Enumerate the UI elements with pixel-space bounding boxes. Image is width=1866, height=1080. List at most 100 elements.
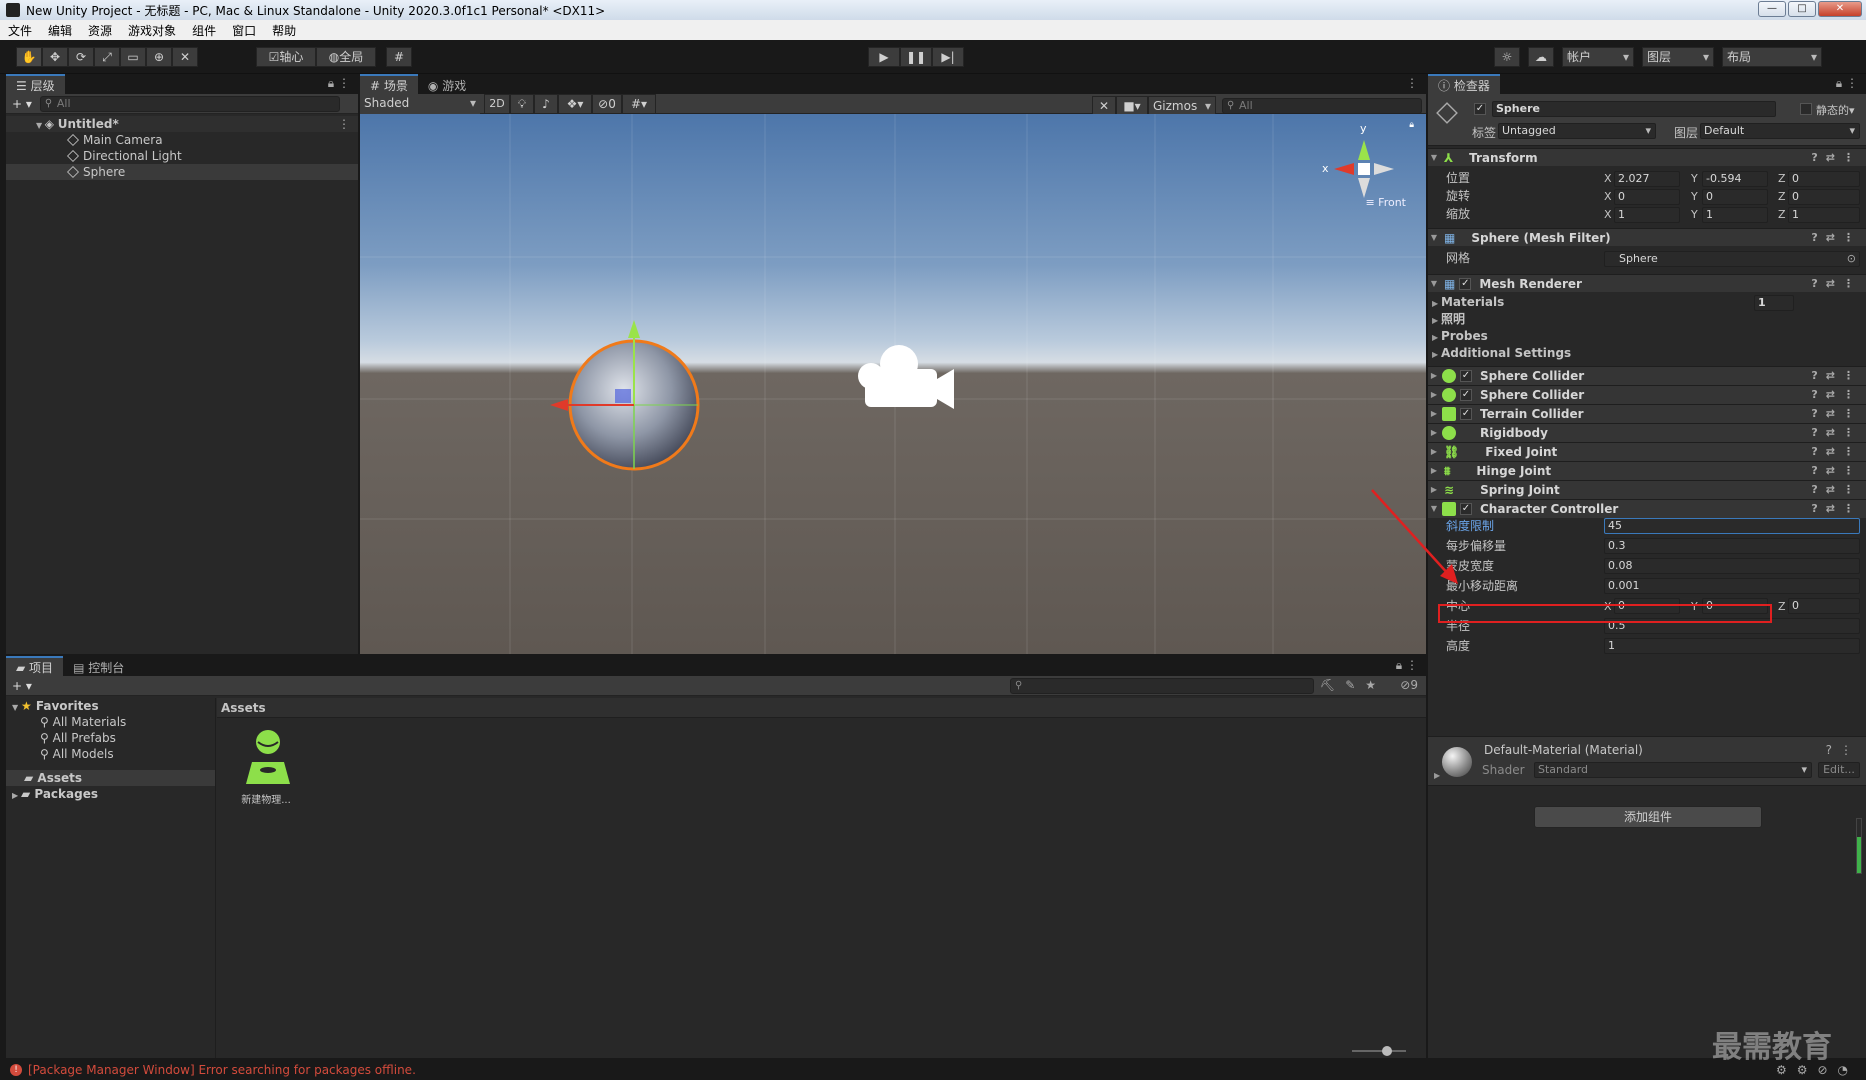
scale-x-field[interactable]: 1 <box>1614 207 1680 223</box>
gizmos-dropdown[interactable]: Gizmos <box>1148 96 1216 116</box>
component-header-icons[interactable]: ?⇄⋮ <box>1811 367 1862 385</box>
component-header-icons[interactable]: ?⇄⋮ <box>1811 500 1862 518</box>
component-header-icons[interactable]: ?⇄⋮ <box>1811 149 1862 167</box>
rect-tool-icon[interactable]: ▭ <box>120 47 146 67</box>
fixed-joint-header[interactable]: ▶ ⛓ Fixed Joint ?⇄⋮ <box>1428 442 1866 461</box>
height-field[interactable]: 1 <box>1604 638 1860 654</box>
spring-joint-header[interactable]: ▶ ≋ Spring Joint ?⇄⋮ <box>1428 480 1866 499</box>
favorite-all-prefabs[interactable]: ⚲ All Prefabs <box>6 730 215 746</box>
assets-folder-row[interactable]: ▰ Assets <box>6 770 215 786</box>
additional-settings-section[interactable]: ▶ Additional Settings <box>1428 345 1866 362</box>
tab-game[interactable]: ◉ 游戏 <box>418 74 476 94</box>
minimize-button[interactable]: — <box>1758 1 1786 17</box>
fold-arrow-icon[interactable]: ▼ <box>1428 229 1440 247</box>
project-search-input[interactable] <box>1010 678 1314 694</box>
hierarchy-item-directional-light[interactable]: Directional Light <box>6 148 358 164</box>
status-error-message[interactable]: [Package Manager Window] Error searching… <box>28 1063 416 1077</box>
object-name-field[interactable]: Sphere <box>1492 101 1776 117</box>
gizmo-lock-icon[interactable]: 🔒︎ <box>1409 120 1414 130</box>
filter-icons[interactable]: ⛏✎★ <box>1320 678 1386 692</box>
grid-snap-icon[interactable]: # <box>386 47 412 67</box>
pivot-toggle[interactable]: ☑轴心 <box>256 47 316 67</box>
materials-section[interactable]: ▶ Materials 1 <box>1428 294 1866 311</box>
component-header-icons[interactable]: ?⇄⋮ <box>1811 405 1862 423</box>
tab-console[interactable]: ▤ 控制台 <box>63 656 134 676</box>
position-z-field[interactable]: 0 <box>1788 171 1860 187</box>
transform-header[interactable]: ▼ ⅄ Transform ?⇄⋮ <box>1428 148 1866 166</box>
scene-menu-icon[interactable]: ⋮ <box>338 116 350 132</box>
material-header-icons[interactable]: ?⋮ <box>1826 743 1860 757</box>
lighting-section[interactable]: ▶ 照明 <box>1428 311 1866 328</box>
rotate-tool-icon[interactable]: ⟳ <box>68 47 94 67</box>
fold-arrow-icon[interactable]: ▼ <box>36 121 45 130</box>
scene-menu-icon[interactable]: ⋮ <box>1406 76 1418 90</box>
component-header-icons[interactable]: ?⇄⋮ <box>1811 275 1862 293</box>
rotation-x-field[interactable]: 0 <box>1614 189 1680 205</box>
scale-y-field[interactable]: 1 <box>1702 207 1768 223</box>
camera-settings-icon[interactable]: ■▾ <box>1116 96 1148 116</box>
lock-icon[interactable]: 🔒︎ ⋮ <box>328 76 350 91</box>
menu-assets[interactable]: 资源 <box>80 22 120 39</box>
layer-dropdown[interactable]: Default <box>1700 123 1860 139</box>
menu-window[interactable]: 窗口 <box>224 22 264 39</box>
mesh-filter-header[interactable]: ▼ ▦ Sphere (Mesh Filter) ?⇄⋮ <box>1428 228 1866 246</box>
step-offset-field[interactable]: 0.3 <box>1604 538 1860 554</box>
close-button[interactable]: ✕ <box>1818 1 1862 17</box>
shader-dropdown[interactable]: Standard <box>1534 762 1812 778</box>
asset-item[interactable]: 新建物理... <box>230 728 302 806</box>
custom-tool-icon[interactable]: ✕ <box>172 47 198 67</box>
layers-dropdown[interactable]: 图层 <box>1642 47 1714 67</box>
scale-z-field[interactable]: 1 <box>1788 207 1860 223</box>
rotation-z-field[interactable]: 0 <box>1788 189 1860 205</box>
add-object-button[interactable]: + ▾ <box>12 97 32 111</box>
create-asset-button[interactable]: + ▾ <box>12 679 32 693</box>
active-checkbox[interactable]: ✓ <box>1474 103 1486 115</box>
position-x-field[interactable]: 2.027 <box>1614 171 1680 187</box>
audio-icon[interactable]: ♪ <box>534 93 558 114</box>
inspector-lock-icon[interactable]: 🔒︎ ⋮ <box>1836 76 1858 91</box>
skin-width-field[interactable]: 0.08 <box>1604 558 1860 574</box>
component-header-icons[interactable]: ?⇄⋮ <box>1811 443 1862 461</box>
probes-section[interactable]: ▶ Probes <box>1428 328 1866 345</box>
2d-toggle[interactable]: 2D <box>484 93 510 114</box>
breadcrumb[interactable]: Assets <box>217 698 1426 718</box>
step-button[interactable]: ▶| <box>932 47 964 67</box>
component-header-icons[interactable]: ?⇄⋮ <box>1811 462 1862 480</box>
menu-file[interactable]: 文件 <box>0 22 40 39</box>
hidden-packages-toggle[interactable]: ⊘9 <box>1400 678 1418 692</box>
inspector-scrollbar[interactable] <box>1856 818 1862 874</box>
tab-hierarchy[interactable]: ☰ 层级 <box>6 74 65 94</box>
zoom-slider[interactable] <box>1352 1046 1406 1056</box>
fold-arrow-icon[interactable]: ▼ <box>1428 275 1440 293</box>
maximize-button[interactable]: □ <box>1788 1 1816 17</box>
hinge-joint-header[interactable]: ▶ ⩩ Hinge Joint ?⇄⋮ <box>1428 461 1866 480</box>
collab-icon[interactable]: ☼ <box>1494 47 1520 67</box>
static-checkbox[interactable]: ✓ <box>1800 103 1812 115</box>
component-enabled-checkbox[interactable]: ✓ <box>1460 503 1472 515</box>
transform-tool-icon[interactable]: ⊕ <box>146 47 172 67</box>
inspector-scrollbar-thumb[interactable] <box>1857 837 1861 873</box>
rigidbody-header[interactable]: ▶ Rigidbody ?⇄⋮ <box>1428 423 1866 442</box>
scale-tool-icon[interactable]: ⤢ <box>94 47 120 67</box>
view-label[interactable]: ≡ Front <box>1365 196 1406 209</box>
scene-viewport[interactable]: y x 🔒︎ ≡ Front <box>360 114 1426 654</box>
favorite-all-models[interactable]: ⚲ All Models <box>6 746 215 762</box>
global-toggle[interactable]: ◍全局 <box>316 47 376 67</box>
tools-icon[interactable]: ✕ <box>1092 96 1116 116</box>
status-icons[interactable]: ⚙⚙⊘◔ <box>1776 1063 1858 1077</box>
favorite-all-materials[interactable]: ⚲ All Materials <box>6 714 215 730</box>
tab-project[interactable]: ▰ 项目 <box>6 656 64 676</box>
layout-dropdown[interactable]: 布局 <box>1722 47 1822 67</box>
project-lock-icon[interactable]: 🔒︎ ⋮ <box>1396 658 1418 673</box>
scene-row[interactable]: ▼ ◈ Untitled* ⋮ <box>6 116 358 132</box>
lighting-icon[interactable]: 💡︎ <box>510 93 534 114</box>
center-z-field[interactable]: 0 <box>1788 598 1860 614</box>
add-component-button[interactable]: 添加组件 <box>1534 806 1762 828</box>
effects-icon[interactable]: ❖▾ <box>558 93 592 114</box>
play-button[interactable]: ▶ <box>868 47 900 67</box>
account-dropdown[interactable]: 帐户 <box>1562 47 1634 67</box>
sphere-collider-header[interactable]: ▶ ✓ Sphere Collider ?⇄⋮ <box>1428 385 1866 404</box>
menu-edit[interactable]: 编辑 <box>40 22 80 39</box>
object-picker-icon[interactable]: ⊙ <box>1847 250 1856 267</box>
shader-edit-button[interactable]: Edit... <box>1818 762 1860 778</box>
